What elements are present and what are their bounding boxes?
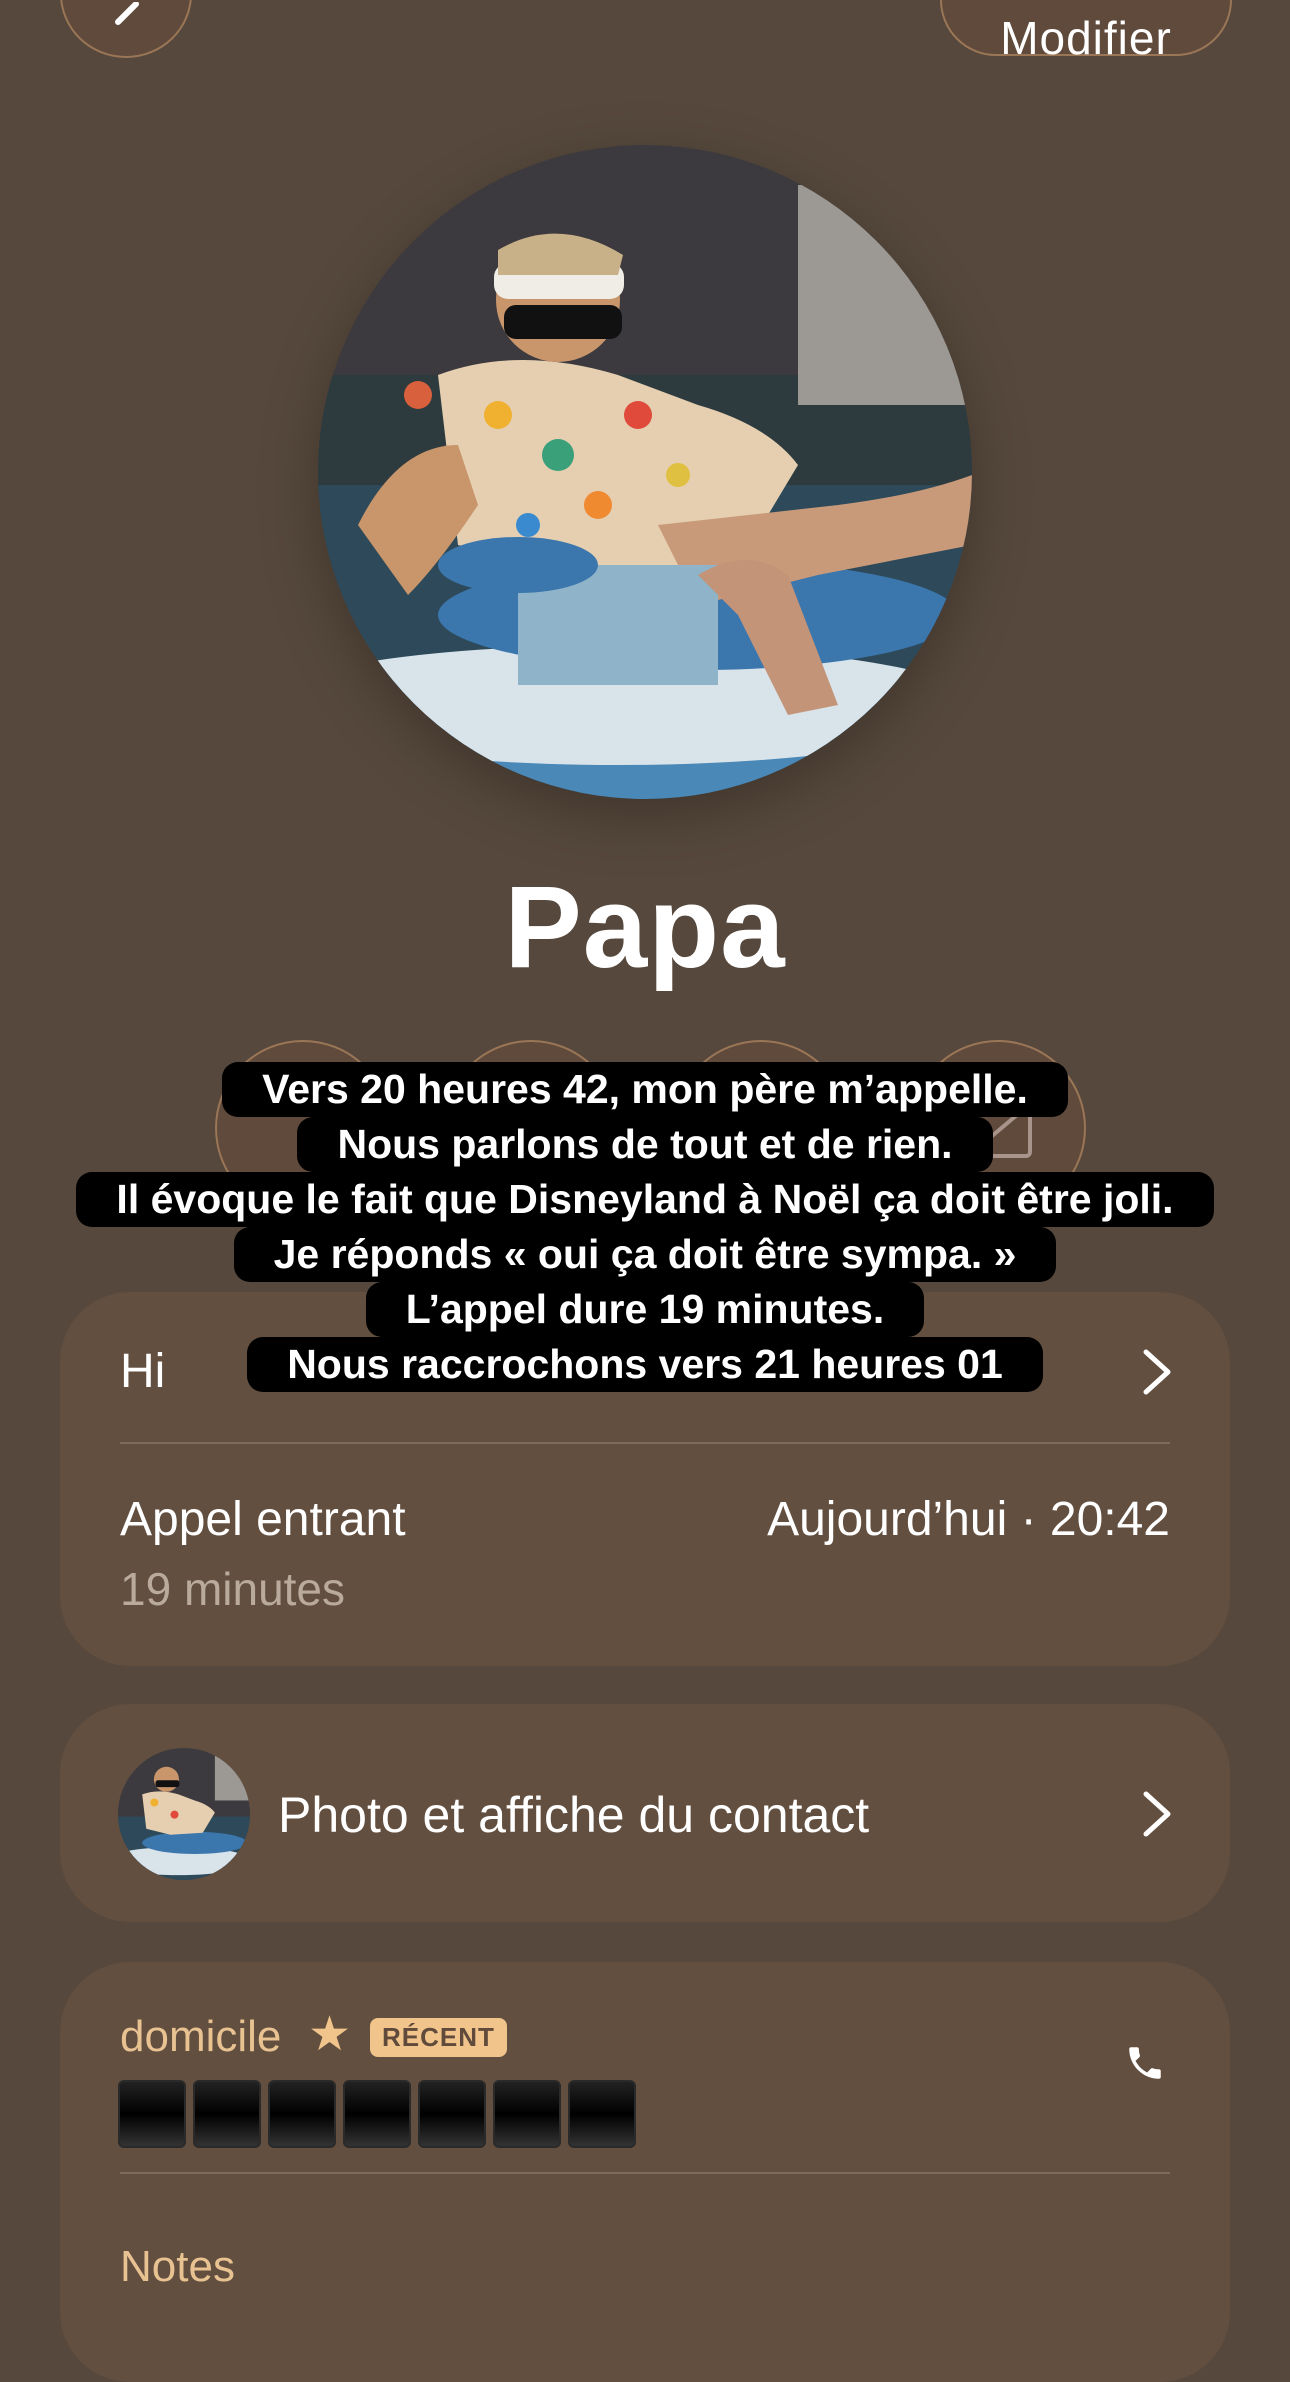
edit-button[interactable]: Modifier xyxy=(940,0,1232,64)
mini-avatar xyxy=(118,1748,250,1880)
caption-line: L’appel dure 19 minutes. xyxy=(365,1282,925,1337)
recent-badge: RÉCENT xyxy=(370,2018,507,2057)
divider xyxy=(120,2172,1170,2174)
contact-avatar[interactable] xyxy=(318,145,972,799)
caption-line: Il évoque le fait que Disneyland à Noël … xyxy=(76,1172,1214,1227)
back-button[interactable] xyxy=(60,0,192,58)
photo-card-label: Photo et affiche du contact xyxy=(278,1787,870,1843)
chevron-left-icon xyxy=(115,2,139,25)
story-caption: Vers 20 heures 42, mon père m’appelle. N… xyxy=(0,1062,1290,1392)
contact-photo-card[interactable]: Photo et affiche du contact xyxy=(60,1704,1230,1922)
star-icon: ★ xyxy=(308,2008,352,2061)
phone-icon[interactable] xyxy=(1124,2042,1166,2084)
caption-line: Je réponds « oui ça doit être sympa. » xyxy=(233,1227,1057,1282)
phone-label: domicile xyxy=(120,2012,282,2061)
caption-line: Nous parlons de tout et de rien. xyxy=(297,1117,993,1172)
call-type: Appel entrant xyxy=(120,1493,406,1546)
call-time: Aujourd’hui · 20:42 xyxy=(767,1493,1170,1546)
caption-line: Nous raccrochons vers 21 heures 01 xyxy=(247,1337,1043,1392)
chevron-right-icon xyxy=(1143,1791,1171,1837)
notes-label[interactable]: Notes xyxy=(120,2242,235,2292)
phone-number-card[interactable]: domicile ★ RÉCENT Notes xyxy=(60,1962,1230,2382)
caption-line: Vers 20 heures 42, mon père m’appelle. xyxy=(222,1062,1068,1117)
avatar-photo xyxy=(318,145,972,799)
divider xyxy=(120,1442,1170,1444)
edit-label: Modifier xyxy=(1000,12,1172,64)
call-duration: 19 minutes xyxy=(120,1563,346,1615)
contact-name: Papa xyxy=(504,862,786,992)
redacted-phone-number xyxy=(118,2080,636,2148)
